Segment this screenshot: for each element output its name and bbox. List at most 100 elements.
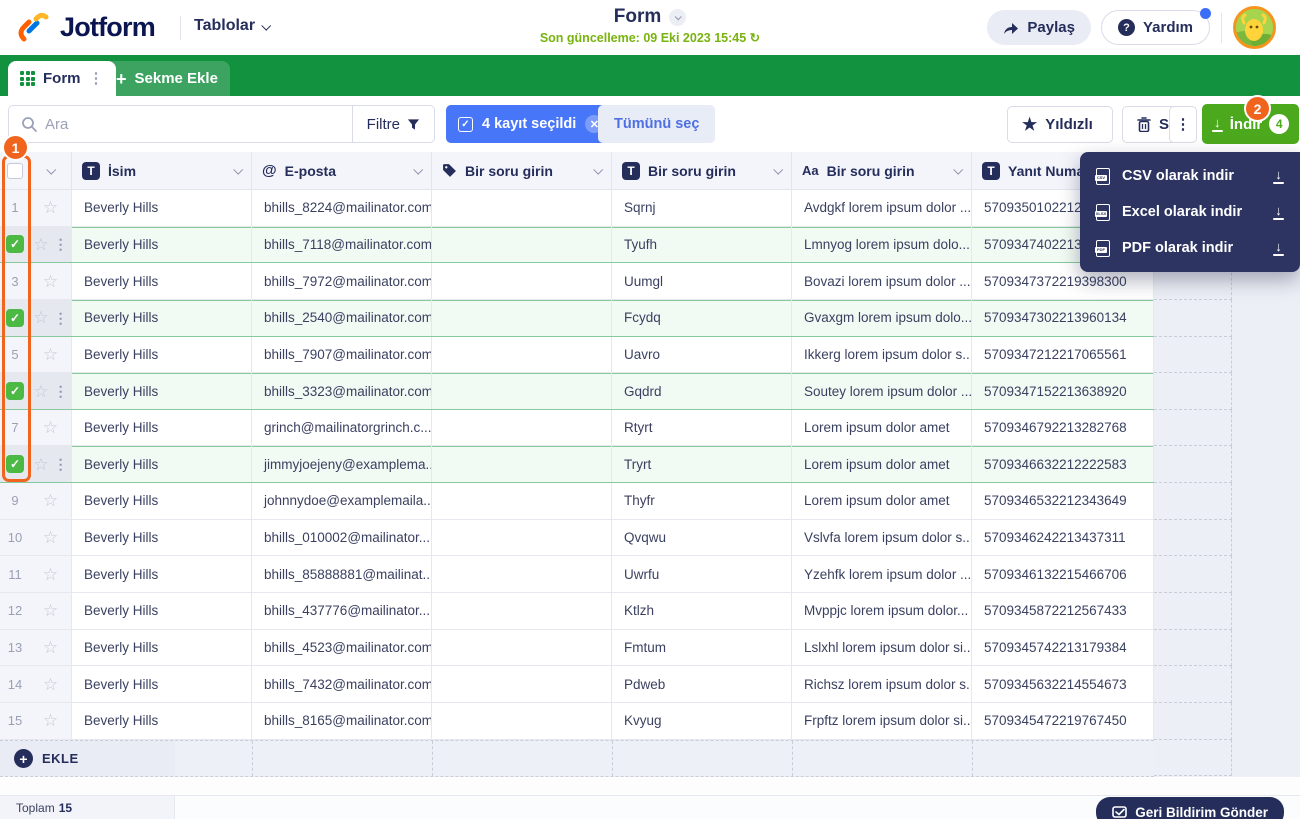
column-menu-chevron-icon[interactable]: [413, 165, 423, 175]
email-cell[interactable]: bhills_85888881@mailinat...: [252, 556, 432, 592]
name-cell[interactable]: Beverly Hills: [72, 300, 252, 336]
header-checkbox[interactable]: [7, 163, 23, 179]
row-star-cell[interactable]: ☆⋮: [30, 300, 72, 336]
tag-cell[interactable]: [432, 227, 612, 263]
question-cell[interactable]: Kvyug: [612, 703, 792, 739]
table-row[interactable]: 13☆Beverly Hillsbhills_4523@mailinator.c…: [0, 630, 1154, 667]
table-row[interactable]: 14☆Beverly Hillsbhills_7432@mailinator.c…: [0, 666, 1154, 703]
question-text-cell[interactable]: Bovazi lorem ipsum dolor ...: [792, 263, 972, 299]
tag-cell[interactable]: [432, 263, 612, 299]
question-cell[interactable]: Tyufh: [612, 227, 792, 263]
answer-number-cell[interactable]: 5709345632214554673: [972, 666, 1154, 702]
row-number-cell[interactable]: 5: [0, 337, 30, 373]
row-star-cell[interactable]: ☆: [30, 666, 72, 702]
star-outline-icon[interactable]: ☆: [43, 419, 58, 436]
star-outline-icon[interactable]: ☆: [43, 602, 58, 619]
name-cell[interactable]: Beverly Hills: [72, 373, 252, 409]
tag-cell[interactable]: [432, 520, 612, 556]
question-text-cell[interactable]: Ikkerg lorem ipsum dolor s...: [792, 337, 972, 373]
download-menu-item-csv[interactable]: CSVCSV olarak indir↓: [1080, 158, 1300, 194]
star-outline-icon[interactable]: ☆: [43, 712, 58, 729]
select-all-checkbox-cell[interactable]: [0, 152, 30, 189]
tag-cell[interactable]: [432, 556, 612, 592]
row-checkbox-cell[interactable]: ✓: [0, 446, 30, 482]
email-cell[interactable]: bhills_2540@mailinator.com: [252, 300, 432, 336]
row-kebab-icon[interactable]: ⋮: [54, 384, 68, 398]
answer-number-cell[interactable]: 5709346632212222583: [972, 446, 1154, 482]
question-text-cell[interactable]: Frpftz lorem ipsum dolor si...: [792, 703, 972, 739]
email-cell[interactable]: bhills_8224@mailinator.com: [252, 190, 432, 226]
row-checkbox-cell[interactable]: ✓: [0, 227, 30, 263]
question-cell[interactable]: Pdweb: [612, 666, 792, 702]
name-cell[interactable]: Beverly Hills: [72, 666, 252, 702]
email-cell[interactable]: bhills_7907@mailinator.com: [252, 337, 432, 373]
row-checkbox-checked[interactable]: ✓: [6, 309, 24, 327]
row-number-cell[interactable]: 11: [0, 556, 30, 592]
table-row[interactable]: 9☆Beverly Hillsjohnnydoe@examplemaila...…: [0, 483, 1154, 520]
row-checkbox-cell[interactable]: ✓: [0, 373, 30, 409]
question-cell[interactable]: Qvqwu: [612, 520, 792, 556]
email-cell[interactable]: bhills_8165@mailinator.com: [252, 703, 432, 739]
brand[interactable]: Jotform: [16, 10, 155, 44]
question-cell[interactable]: Rtyrt: [612, 410, 792, 446]
answer-number-cell[interactable]: 5709347302213960134: [972, 300, 1154, 336]
row-number-cell[interactable]: 12: [0, 593, 30, 629]
question-text-cell[interactable]: Vslvfa lorem ipsum dolor s...: [792, 520, 972, 556]
more-options-kebab-button[interactable]: ⋮: [1169, 106, 1197, 143]
table-row[interactable]: ✓ ☆⋮Beverly Hillsbhills_2540@mailinator.c…: [0, 300, 1154, 337]
answer-number-cell[interactable]: 5709345742213179384: [972, 630, 1154, 666]
tag-cell[interactable]: [432, 300, 612, 336]
row-star-cell[interactable]: ☆⋮: [30, 227, 72, 263]
row-star-cell[interactable]: ☆: [30, 337, 72, 373]
email-cell[interactable]: bhills_7972@mailinator.com: [252, 263, 432, 299]
table-row[interactable]: 12☆Beverly Hillsbhills_437776@mailinator…: [0, 593, 1154, 630]
column-header-2[interactable]: Tİsim: [72, 152, 252, 189]
row-number-cell[interactable]: 10: [0, 520, 30, 556]
answer-number-cell[interactable]: 5709346132215466706: [972, 556, 1154, 592]
name-cell[interactable]: Beverly Hills: [72, 227, 252, 263]
name-cell[interactable]: Beverly Hills: [72, 446, 252, 482]
email-cell[interactable]: bhills_010002@mailinator....: [252, 520, 432, 556]
row-checkbox-checked[interactable]: ✓: [6, 455, 24, 473]
table-row[interactable]: ✓☆⋮Beverly Hillsbhills_7118@mailinator.c…: [0, 227, 1154, 264]
question-cell[interactable]: Fcydq: [612, 300, 792, 336]
tag-cell[interactable]: [432, 703, 612, 739]
row-star-cell[interactable]: ☆: [30, 520, 72, 556]
question-cell[interactable]: Thyfr: [612, 483, 792, 519]
row-checkbox-checked[interactable]: ✓: [6, 235, 24, 253]
star-outline-icon[interactable]: ☆: [43, 639, 58, 656]
star-outline-icon[interactable]: ☆: [43, 346, 58, 363]
tag-cell[interactable]: [432, 190, 612, 226]
table-row[interactable]: 3☆Beverly Hillsbhills_7972@mailinator.co…: [0, 263, 1154, 300]
row-number-cell[interactable]: 7: [0, 410, 30, 446]
name-cell[interactable]: Beverly Hills: [72, 556, 252, 592]
email-cell[interactable]: bhills_7432@mailinator.com: [252, 666, 432, 702]
answer-number-cell[interactable]: 5709345872212567433: [972, 593, 1154, 629]
send-feedback-button[interactable]: Geri Bildirim Gönder: [1096, 797, 1284, 819]
row-number-cell[interactable]: 3: [0, 263, 30, 299]
row-star-cell[interactable]: ☆⋮: [30, 446, 72, 482]
answer-number-cell[interactable]: 5709346532212343649: [972, 483, 1154, 519]
row-checkbox-cell[interactable]: ✓: [0, 300, 30, 336]
name-cell[interactable]: Beverly Hills: [72, 410, 252, 446]
column-menu-chevron-icon[interactable]: [593, 165, 603, 175]
answer-number-cell[interactable]: 5709347212217065561: [972, 337, 1154, 373]
row-star-cell[interactable]: ☆: [30, 190, 72, 226]
table-row[interactable]: 1☆Beverly Hillsbhills_8224@mailinator.co…: [0, 190, 1154, 227]
star-outline-icon[interactable]: ☆: [33, 383, 48, 400]
question-text-cell[interactable]: Lorem ipsum dolor amet: [792, 446, 972, 482]
email-cell[interactable]: grinch@mailinatorgrinch.c...: [252, 410, 432, 446]
tag-cell[interactable]: [432, 373, 612, 409]
starred-button[interactable]: ★ Yıldızlı: [1007, 106, 1113, 143]
question-text-cell[interactable]: Gvaxgm lorem ipsum dolo...: [792, 300, 972, 336]
row-checkbox-checked[interactable]: ✓: [6, 382, 24, 400]
question-text-cell[interactable]: Lorem ipsum dolor amet: [792, 410, 972, 446]
table-row[interactable]: 15☆Beverly Hillsbhills_8165@mailinator.c…: [0, 703, 1154, 740]
star-outline-icon[interactable]: ☆: [43, 273, 58, 290]
filter-button[interactable]: Filtre: [352, 106, 434, 142]
column-header-5[interactable]: TBir soru girin: [612, 152, 792, 189]
select-all-button[interactable]: Tümünü seç: [598, 105, 715, 143]
column-menu-chevron-icon[interactable]: [233, 165, 243, 175]
email-cell[interactable]: bhills_437776@mailinator....: [252, 593, 432, 629]
download-menu-item-xlsx[interactable]: XLSXExcel olarak indir↓: [1080, 194, 1300, 230]
